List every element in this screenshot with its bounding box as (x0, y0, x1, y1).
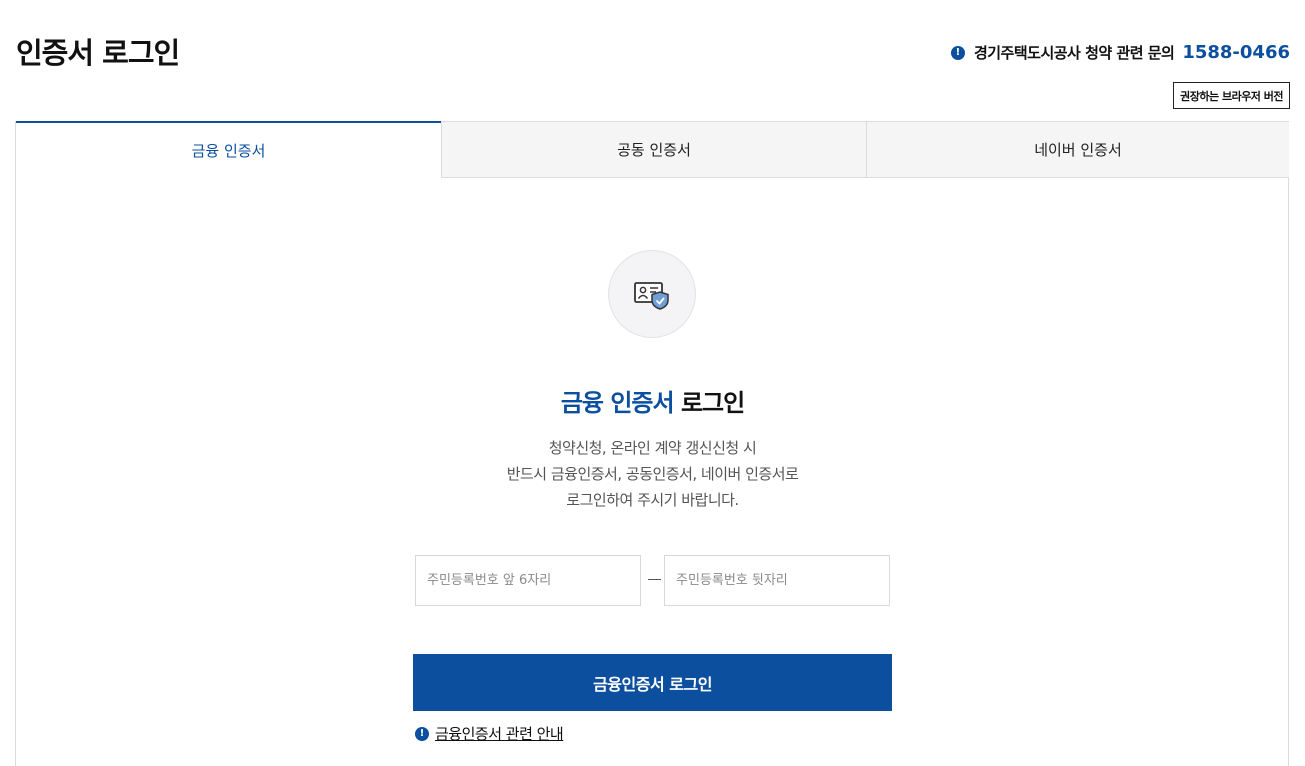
financial-cert-guide: ! 금융인증서 관련 안내 (415, 723, 564, 744)
login-heading-rest: 로그인 (680, 389, 745, 417)
page-title: 인증서 로그인 (16, 36, 180, 70)
tab-financial-cert[interactable]: 금융 인증서 (16, 121, 441, 178)
tab-joint-cert[interactable]: 공동 인증서 (441, 121, 866, 178)
certificate-shield-icon (634, 282, 669, 310)
inquiry-label: 경기주택도시공사 청약 관련 문의 (973, 44, 1175, 62)
financial-cert-login-button[interactable]: 금융인증서 로그인 (413, 654, 892, 711)
ssn-front-input[interactable] (415, 555, 641, 606)
description-line: 로그인하여 주시기 바랍니다. (566, 491, 739, 509)
certificate-icon-badge (608, 250, 696, 338)
ssn-separator (648, 579, 661, 580)
login-heading-accent: 금융 인증서 (560, 389, 675, 417)
description-line: 반드시 금융인증서, 공동인증서, 네이버 인증서로 (506, 465, 799, 483)
ssn-back-input[interactable] (664, 555, 890, 606)
inquiry-phone: 1588-0466 (1182, 42, 1290, 63)
login-heading: 금융 인증서 로그인 (16, 383, 1289, 418)
login-panel: 금융 인증서 공동 인증서 네이버 인증서 금융 인증서 로그인 청약신청, 온… (15, 121, 1289, 766)
inquiry-info: ! 경기주택도시공사 청약 관련 문의 1588-0466 (950, 42, 1290, 63)
recommended-browser-button[interactable]: 권장하는 브라우저 버전 (1173, 82, 1290, 109)
info-icon: ! (950, 45, 965, 60)
tab-naver-cert[interactable]: 네이버 인증서 (866, 121, 1289, 178)
tab-bar: 금융 인증서 공동 인증서 네이버 인증서 (16, 121, 1289, 178)
description-line: 청약신청, 온라인 계약 갱신신청 시 (548, 439, 757, 457)
info-icon: ! (415, 726, 429, 741)
financial-cert-guide-link[interactable]: 금융인증서 관련 안내 (435, 723, 564, 744)
login-description: 청약신청, 온라인 계약 갱신신청 시 반드시 금융인증서, 공동인증서, 네이… (16, 435, 1289, 513)
